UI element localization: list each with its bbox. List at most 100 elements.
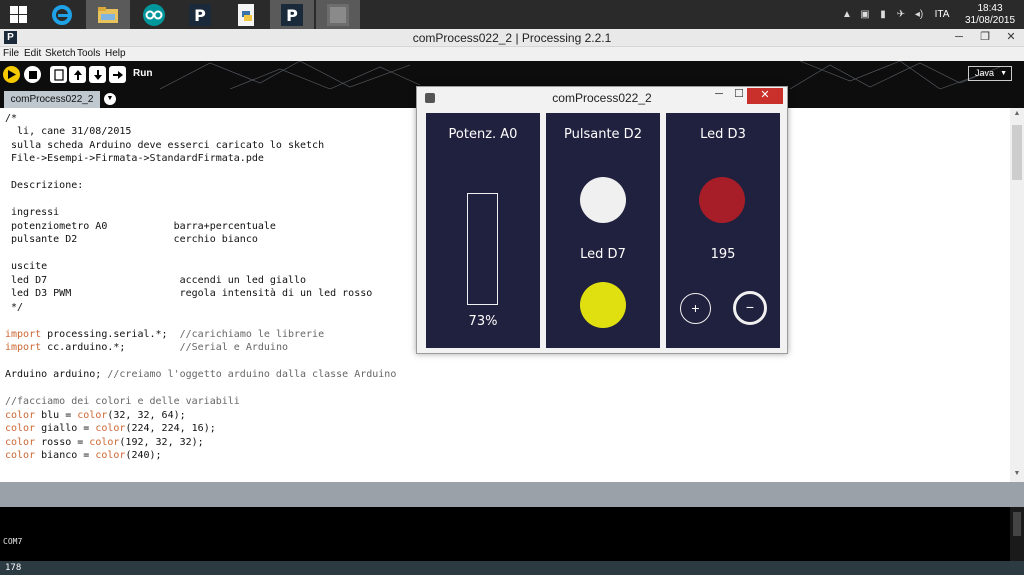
mode-label: Java xyxy=(975,68,995,78)
network-icon[interactable]: ▣ xyxy=(856,9,874,20)
minimize-icon[interactable]: ─ xyxy=(946,29,972,47)
battery-icon[interactable]: ▮ xyxy=(874,9,892,20)
code-line: color rosso = color(192, 32, 32); xyxy=(5,437,204,448)
clock-time: 18:43 xyxy=(977,2,1003,14)
panel-title: Led D3 xyxy=(700,127,746,142)
potentiometer-bar xyxy=(467,193,498,305)
editor-status-bar xyxy=(0,482,1024,507)
console-scrollbar[interactable] xyxy=(1010,507,1024,561)
line-status-bar: 178 xyxy=(0,561,1024,575)
code-line: uscite xyxy=(5,261,48,272)
svg-text:P: P xyxy=(286,6,298,25)
menu-sketch[interactable]: Sketch xyxy=(45,48,76,59)
toolbar: Run Java ▼ xyxy=(0,61,1024,89)
code-line: li, cane 31/08/2015 xyxy=(5,126,132,137)
toolbar-background-mesh xyxy=(159,61,1001,89)
panel-button-d2: Pulsante D2 Led D7 xyxy=(546,113,660,348)
code-line: //facciamo dei colori e delle variabili xyxy=(5,396,240,407)
minimize-icon[interactable]: ─ xyxy=(708,87,730,103)
clock[interactable]: 18:43 31/08/2015 xyxy=(956,3,1024,27)
volume-icon[interactable]: ◂) xyxy=(910,9,928,20)
file-explorer-icon[interactable] xyxy=(86,0,130,29)
play-icon xyxy=(8,70,16,79)
processing-icon[interactable]: P xyxy=(270,0,314,29)
potentiometer-percent: 73% xyxy=(468,314,498,329)
code-line: color bianco = color(240); xyxy=(5,450,162,461)
airplane-icon[interactable]: ✈ xyxy=(892,9,910,20)
line-number: 178 xyxy=(5,563,22,573)
sketch-titlebar[interactable]: comProcess022_2 ─ ☐ ✕ xyxy=(417,87,787,108)
clock-date: 31/08/2015 xyxy=(964,14,1016,26)
close-icon[interactable]: ✕ xyxy=(998,29,1024,47)
sketch-output-window[interactable]: comProcess022_2 ─ ☐ ✕ Potenz. A0 73% Pul… xyxy=(416,86,788,354)
scroll-up-icon[interactable]: ▲ xyxy=(1010,110,1024,120)
windows-logo-icon[interactable] xyxy=(0,0,36,29)
code-line: color blu = color(32, 32, 64); xyxy=(5,410,186,421)
close-icon[interactable]: ✕ xyxy=(747,88,783,104)
code-line: ingressi xyxy=(5,207,60,218)
panel-potentiometer-a0: Potenz. A0 73% xyxy=(426,113,540,348)
upload-arrow-icon xyxy=(73,69,82,80)
processing-icon[interactable]: P xyxy=(178,0,222,29)
code-line: Descrizione: xyxy=(5,180,84,191)
menu-help[interactable]: Help xyxy=(105,48,126,59)
code-line: /* xyxy=(5,113,18,124)
minus-icon: − xyxy=(745,299,755,315)
chevron-down-icon: ▼ xyxy=(106,95,114,102)
ide-titlebar: P comProcess022_2 | Processing 2.2.1 ─ ❐… xyxy=(0,29,1024,47)
code-line: */ xyxy=(5,302,24,313)
mode-selector[interactable]: Java ▼ xyxy=(968,66,1012,81)
sketch-window-icon[interactable] xyxy=(316,0,360,29)
windows-taskbar: P P ▲ ▣ ▮ ✈ ◂) ITA 18:43 31/08/2015 xyxy=(0,0,1024,29)
new-sketch-button[interactable] xyxy=(50,66,67,83)
menu-tools[interactable]: Tools xyxy=(77,48,100,59)
led-d7-title: Led D7 xyxy=(580,247,626,262)
internet-explorer-icon[interactable] xyxy=(40,0,84,29)
chevron-up-icon[interactable]: ▲ xyxy=(838,9,856,20)
panel-title: Pulsante D2 xyxy=(564,127,642,142)
download-arrow-icon xyxy=(93,69,102,80)
save-sketch-button[interactable] xyxy=(89,66,106,83)
menu-bar: File Edit Sketch Tools Help xyxy=(0,47,1024,61)
code-line: sulla scheda Arduino deve esserci carica… xyxy=(5,140,325,151)
console-output: COM7 xyxy=(3,537,23,546)
code-line: Arduino arduino; //creiamo l'oggetto ard… xyxy=(5,369,397,380)
code-line: color giallo = color(224, 224, 16); xyxy=(5,423,216,434)
code-line: pulsante D2 cerchio bianco xyxy=(5,234,258,245)
button-state-circle xyxy=(580,177,626,223)
scroll-down-icon[interactable]: ▼ xyxy=(1010,470,1024,480)
scrollbar-thumb[interactable] xyxy=(1013,512,1021,536)
console[interactable]: COM7 xyxy=(0,507,1024,561)
decrease-button[interactable]: − xyxy=(733,291,767,325)
code-line: import processing.serial.*; //carichiamo… xyxy=(5,329,325,340)
open-sketch-button[interactable] xyxy=(69,66,86,83)
export-arrow-icon xyxy=(112,70,123,79)
stop-button[interactable] xyxy=(24,66,41,83)
increase-button[interactable]: + xyxy=(680,293,711,324)
svg-text:P: P xyxy=(194,6,206,25)
tab-sketch[interactable]: comProcess022_2 xyxy=(4,91,100,108)
menu-file[interactable]: File xyxy=(3,48,19,59)
run-button[interactable] xyxy=(3,66,20,83)
menu-edit[interactable]: Edit xyxy=(24,48,41,59)
panel-led-d3: Led D3 195 + − xyxy=(666,113,780,348)
python-document-icon[interactable] xyxy=(224,0,268,29)
language-indicator[interactable]: ITA xyxy=(928,9,956,20)
code-line: File->Esempi->Firmata->StandardFirmata.p… xyxy=(5,153,264,164)
code-line: potenziometro A0 barra+percentuale xyxy=(5,221,276,232)
led-d7-indicator xyxy=(580,282,626,328)
restore-icon[interactable]: ❐ xyxy=(972,29,998,47)
export-button[interactable] xyxy=(109,66,126,83)
panel-title: Potenz. A0 xyxy=(448,127,518,142)
pwm-value: 195 xyxy=(710,247,736,262)
code-line: led D3 PWM regola intensità di un led ro… xyxy=(5,288,373,299)
scrollbar-thumb[interactable] xyxy=(1012,125,1022,180)
new-file-icon xyxy=(53,68,64,81)
code-line: led D7 accendi un led giallo xyxy=(5,275,307,286)
tab-menu-button[interactable]: ▼ xyxy=(104,93,116,105)
led-d3-indicator xyxy=(699,177,745,223)
plus-icon: + xyxy=(691,300,700,316)
arduino-icon[interactable] xyxy=(132,0,176,29)
window-title: comProcess022_2 | Processing 2.2.1 xyxy=(412,31,612,45)
editor-scrollbar[interactable]: ▲ ▼ xyxy=(1010,108,1024,482)
